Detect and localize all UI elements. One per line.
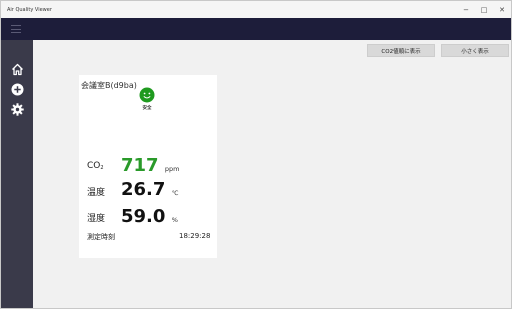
humidity-value: 59.0 % — [121, 206, 178, 227]
app-window: Air Quality Viewer − □ ✕ CO2値順に表示 小さく表示 … — [0, 0, 512, 309]
maximize-button[interactable]: □ — [475, 1, 493, 18]
measurement-time-value: 18:29:28 — [179, 232, 211, 240]
home-icon[interactable] — [10, 62, 24, 76]
window-title: Air Quality Viewer — [7, 6, 52, 13]
add-circle-icon[interactable] — [10, 82, 24, 96]
measurement-time-label: 測定時刻 — [87, 233, 115, 241]
small-view-button[interactable]: 小さく表示 — [441, 44, 509, 57]
main-content: CO2値順に表示 小さく表示 会議室B(d9ba) 安全 CO2 717 ppm… — [33, 40, 511, 308]
navigation-sidebar — [1, 40, 33, 308]
status-label: 安全 — [142, 106, 152, 111]
temperature-unit: ℃ — [171, 190, 179, 197]
sort-by-co2-button[interactable]: CO2値順に表示 — [367, 44, 435, 57]
temperature-label: 温度 — [87, 188, 106, 198]
co2-label: CO2 — [87, 161, 104, 171]
co2-value: 717 ppm — [121, 155, 180, 176]
gear-icon[interactable] — [10, 102, 24, 116]
smiley-face-icon — [139, 87, 155, 103]
temperature-value: 26.7 ℃ — [121, 179, 179, 200]
room-name: 会議室B(d9ba) — [81, 81, 137, 90]
close-button[interactable]: ✕ — [493, 1, 511, 18]
sensor-card: 会議室B(d9ba) 安全 CO2 717 ppm 温度 26.7 ℃ 湿度 5… — [79, 75, 217, 258]
app-header-bar — [1, 18, 511, 40]
humidity-label: 湿度 — [87, 214, 106, 224]
minimize-button[interactable]: − — [457, 1, 475, 18]
hamburger-menu-icon[interactable] — [11, 25, 21, 33]
title-bar: Air Quality Viewer − □ ✕ — [1, 1, 511, 18]
co2-unit: ppm — [164, 165, 180, 173]
humidity-unit: % — [171, 216, 178, 224]
